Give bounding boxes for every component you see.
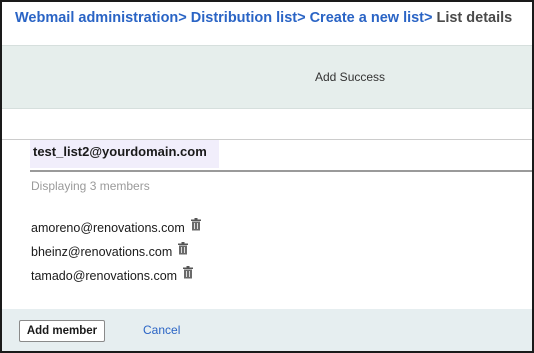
list-item: amoreno@renovations.com <box>31 218 201 242</box>
action-footer: Add member Cancel <box>2 309 532 351</box>
success-notification: Add Success <box>2 45 532 109</box>
breadcrumb-separator: > <box>424 10 433 26</box>
cancel-link[interactable]: Cancel <box>143 323 180 337</box>
member-email: tamado@renovations.com <box>31 269 178 283</box>
trash-icon[interactable] <box>178 242 189 255</box>
list-item: tamado@renovations.com <box>31 266 201 290</box>
success-message: Add Success <box>315 70 386 84</box>
window-frame: Webmail administration > Distribution li… <box>0 0 534 353</box>
breadcrumb-distribution-list[interactable]: Distribution list <box>191 10 297 30</box>
breadcrumb-separator: > <box>178 10 187 26</box>
member-count-text: Displaying 3 members <box>31 179 150 193</box>
breadcrumb-separator: > <box>297 10 306 26</box>
breadcrumb-current-page: List details <box>436 10 513 26</box>
member-email: amoreno@renovations.com <box>31 221 185 235</box>
list-item: bheinz@renovations.com <box>31 242 201 266</box>
list-name-underline <box>30 170 532 172</box>
list-name-field[interactable]: test_list2@yourdomain.com <box>30 140 219 168</box>
member-email: bheinz@renovations.com <box>31 245 173 259</box>
breadcrumb-create-new-list[interactable]: Create a new list <box>310 10 424 30</box>
breadcrumb-webmail-administration[interactable]: Webmail administration <box>15 10 178 30</box>
add-member-button[interactable]: Add member <box>19 320 105 342</box>
member-list: amoreno@renovations.com bheinz@renovatio… <box>31 218 201 290</box>
trash-icon[interactable] <box>183 266 194 279</box>
trash-icon[interactable] <box>190 218 201 231</box>
breadcrumb: Webmail administration > Distribution li… <box>15 10 512 30</box>
